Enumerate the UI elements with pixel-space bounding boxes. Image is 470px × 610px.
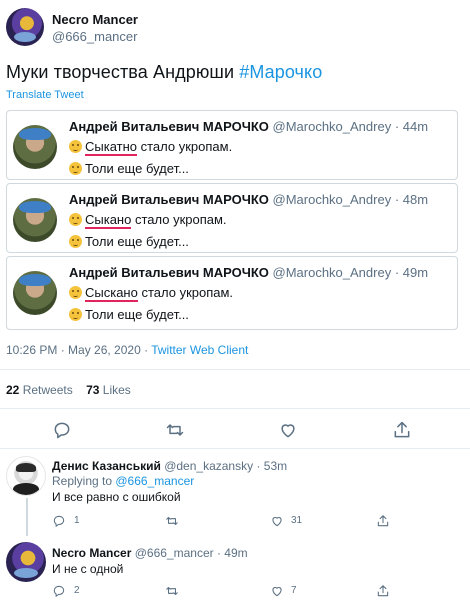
like-icon[interactable] (270, 514, 284, 528)
quoted-text-line1: Сыкатно стало укропам. (69, 139, 233, 156)
quoted-text-line2: Толи еще будет... (69, 307, 189, 322)
quoted-tweet-time: · 49m (394, 265, 429, 280)
translate-tweet-link[interactable]: Translate Tweet (6, 89, 84, 101)
quoted-author-name: Андрей Витальевич МАРОЧКО (69, 119, 269, 134)
quoted-text-line1: Сыскано стало укропам. (69, 285, 234, 302)
reply-like-count: 7 (291, 585, 297, 596)
reply-icon[interactable] (52, 514, 66, 528)
quoted-text-rest: стало укропам. (137, 139, 233, 154)
reply-like-count: 31 (291, 515, 303, 526)
thread-line (26, 498, 28, 536)
misspelled-word: Сыскано (85, 285, 138, 302)
quoted-tweet-time: · 44m (394, 119, 429, 134)
quoted-tweet[interactable]: Андрей Витальевич МАРОЧКО @Marochko_Andr… (6, 183, 458, 253)
quoted-author-avatar (13, 198, 57, 242)
divider (0, 448, 470, 449)
reply-avatar[interactable] (6, 456, 46, 496)
reply-icon[interactable] (52, 584, 66, 598)
quoted-author-handle: @Marochko_Andrey (272, 119, 392, 134)
author-handle[interactable]: @666_mancer (52, 29, 137, 44)
reply-reply-count: 2 (74, 585, 80, 596)
reply-author-line: Денис Казанський @den_kazansky · 53m (52, 459, 287, 473)
wink-emoji-icon (69, 308, 82, 321)
thinking-emoji-icon (69, 140, 82, 153)
reply-time[interactable]: · 49m (217, 546, 248, 560)
divider (0, 408, 470, 409)
quoted-tweet[interactable]: Андрей Витальевич МАРОЧКО @Marochko_Andr… (6, 110, 458, 180)
quoted-text-line1: Сыкано стало укропам. (69, 212, 227, 229)
quoted-author-avatar (13, 271, 57, 315)
quoted-text-line2-text: Толи еще будет... (85, 234, 189, 249)
reply-author-name[interactable]: Necro Mancer (52, 546, 131, 560)
quoted-author-avatar (13, 125, 57, 169)
quoted-author-name: Андрей Витальевич МАРОЧКО (69, 192, 269, 207)
reply-text: И все равно с ошибкой (52, 490, 181, 504)
reply-time[interactable]: · 53m (256, 459, 287, 473)
retweets-label[interactable]: Retweets (23, 383, 73, 397)
divider (0, 369, 470, 370)
likes-label[interactable]: Likes (103, 383, 131, 397)
replying-to-line: Replying to @666_mancer (52, 474, 194, 488)
quoted-text-rest: стало укропам. (137, 285, 234, 300)
quoted-author-handle: @Marochko_Andrey (272, 192, 392, 207)
misspelled-word: Сыкано (85, 212, 132, 229)
tweet-meta: 10:26 PM · May 26, 2020 · Twitter Web Cl… (6, 343, 248, 357)
hashtag-link[interactable]: #Марочко (239, 62, 322, 82)
reply-author-handle[interactable]: @den_kazansky (164, 459, 253, 473)
like-icon[interactable] (270, 584, 284, 598)
thinking-emoji-icon (69, 286, 82, 299)
tweet-timestamp[interactable]: 10:26 PM · May 26, 2020 · (6, 343, 151, 357)
wink-emoji-icon (69, 162, 82, 175)
tweet-stats: 22 Retweets 73 Likes (6, 383, 131, 397)
retweet-icon[interactable] (165, 584, 179, 598)
quoted-tweet[interactable]: Андрей Витальевич МАРОЧКО @Marochko_Andr… (6, 256, 458, 330)
wink-emoji-icon (69, 235, 82, 248)
misspelled-word: Сыкатно (85, 139, 138, 156)
reply-icon[interactable] (52, 420, 72, 440)
quoted-tweet-time: · 48m (394, 192, 429, 207)
quoted-author-line: Андрей Витальевич МАРОЧКО @Marochko_Andr… (69, 119, 428, 134)
quoted-text-line2: Толи еще будет... (69, 234, 189, 249)
thinking-emoji-icon (69, 213, 82, 226)
reply-text: И не с одной (52, 562, 124, 576)
quoted-text-rest: стало укропам. (131, 212, 227, 227)
replying-to-label: Replying to (52, 474, 116, 488)
quoted-text-line2-text: Толи еще будет... (85, 161, 189, 176)
retweet-icon[interactable] (165, 420, 185, 440)
tweet-text-plain: Муки творчества Андрюши (6, 62, 240, 82)
quoted-author-line: Андрей Витальевич МАРОЧКО @Marochko_Andr… (69, 265, 428, 280)
reply-reply-count: 1 (74, 515, 80, 526)
quoted-author-name: Андрей Витальевич МАРОЧКО (69, 265, 269, 280)
like-icon[interactable] (278, 420, 298, 440)
reply-author-handle[interactable]: @666_mancer (135, 546, 214, 560)
retweet-count[interactable]: 22 (6, 383, 19, 397)
retweet-icon[interactable] (165, 514, 179, 528)
reply-author-line: Necro Mancer @666_mancer · 49m (52, 546, 248, 560)
share-icon[interactable] (392, 420, 412, 440)
quoted-author-line: Андрей Витальевич МАРОЧКО @Marochko_Andr… (69, 192, 428, 207)
reply-author-name[interactable]: Денис Казанський (52, 459, 161, 473)
share-icon[interactable] (376, 584, 390, 598)
author-name[interactable]: Necro Mancer (52, 12, 138, 27)
quoted-author-handle: @Marochko_Andrey (272, 265, 392, 280)
quoted-text-line2-text: Толи еще будет... (85, 307, 189, 322)
replying-to-handle[interactable]: @666_mancer (115, 474, 194, 488)
author-avatar[interactable] (6, 8, 44, 46)
tweet-client-link[interactable]: Twitter Web Client (151, 343, 248, 357)
quoted-text-line2: Толи еще будет... (69, 161, 189, 176)
tweet-text: Муки творчества Андрюши #Марочко (6, 62, 322, 83)
like-count[interactable]: 73 (86, 383, 99, 397)
reply-avatar[interactable] (6, 542, 46, 582)
share-icon[interactable] (376, 514, 390, 528)
